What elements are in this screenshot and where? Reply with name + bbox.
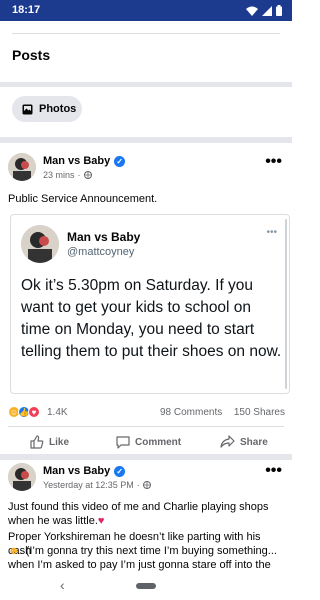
embedded-tweet[interactable]: Man vs Baby @mattcoyney ••• Ok it’s 5.30… — [10, 214, 290, 394]
post-card: Man vs Baby ✓ Yesterday at 12:35 PM · ••… — [0, 460, 292, 572]
status-icons — [246, 5, 282, 16]
page-content: Posts Photos Man vs Baby ✓ 23 mins · •••… — [0, 21, 292, 572]
signal-icon — [262, 5, 272, 16]
post-meta: 23 mins · — [43, 170, 92, 180]
photos-button[interactable]: Photos — [12, 96, 82, 122]
like-button[interactable]: Like — [30, 435, 69, 449]
divider — [12, 33, 280, 34]
share-button[interactable]: Share — [220, 435, 268, 449]
wifi-icon — [246, 6, 258, 16]
heart-emoji-icon: ♥ — [97, 515, 105, 527]
post-text-line: . (I’m gonna try this next time I’m buyi… — [19, 545, 277, 557]
tweet-scrollbar — [285, 219, 287, 389]
shares-count[interactable]: 150 Shares — [234, 407, 285, 418]
verified-badge-icon: ✓ — [114, 465, 126, 477]
globe-icon — [142, 481, 151, 489]
globe-icon — [83, 171, 92, 179]
divider — [8, 426, 284, 427]
comment-label: Comment — [135, 436, 182, 448]
post-text-line: Just found this video of me and Charlie … — [8, 501, 269, 527]
section-separator — [0, 82, 292, 87]
section-title: Posts — [12, 47, 51, 63]
status-time: 18:17 — [12, 4, 41, 16]
battery-icon — [276, 5, 282, 16]
tweet-handle: @mattcoyney — [67, 246, 135, 258]
post-text: Just found this video of me and Charlie … — [8, 500, 286, 528]
share-icon — [220, 435, 235, 448]
comment-icon — [116, 436, 130, 449]
post-stats: ☺ 👍 ♥ 1.4K 98 Comments 150 Shares — [0, 405, 292, 421]
tweet-body: Ok it’s 5.30pm on Saturday. If you want … — [21, 277, 282, 360]
author-name[interactable]: Man vs Baby — [43, 155, 110, 167]
reactions-count[interactable]: 1.4K — [47, 407, 68, 418]
more-options-icon[interactable]: ••• — [265, 153, 282, 171]
tweet-avatar — [21, 225, 59, 263]
author-name[interactable]: Man vs Baby — [43, 465, 110, 477]
comment-button[interactable]: Comment — [116, 435, 181, 449]
share-label: Share — [240, 436, 268, 448]
avatar[interactable] — [8, 463, 36, 491]
photos-label: Photos — [39, 103, 77, 115]
post-text: when I’m asked to pay I’m just gonna sta… — [8, 558, 286, 572]
post-author[interactable]: Man vs Baby ✓ — [43, 155, 126, 167]
photos-icon — [22, 104, 33, 114]
thumbs-up-icon — [30, 435, 44, 449]
like-label: Like — [49, 436, 70, 448]
status-bar: 18:17 — [0, 0, 292, 21]
post-meta: Yesterday at 12:35 PM · — [43, 480, 151, 490]
avatar[interactable] — [8, 153, 36, 181]
post-text: Public Service Announcement. — [8, 193, 158, 205]
love-reaction-icon: ♥ — [28, 406, 40, 418]
post-timestamp[interactable]: Yesterday at 12:35 PM — [43, 480, 134, 490]
post-card: Man vs Baby ✓ 23 mins · ••• Public Servi… — [0, 143, 292, 463]
comments-count[interactable]: 98 Comments — [160, 407, 222, 418]
verified-badge-icon: ✓ — [114, 155, 126, 167]
post-text: ☻. (I’m gonna try this next time I’m buy… — [8, 544, 286, 558]
tweet-more-icon: ••• — [266, 227, 277, 238]
post-timestamp[interactable]: 23 mins — [43, 170, 75, 180]
post-actions: Like Comment Share — [0, 435, 292, 453]
reaction-icons[interactable]: ☺ 👍 ♥ — [8, 406, 40, 418]
home-pill-icon[interactable] — [136, 583, 156, 589]
back-icon[interactable]: ‹ — [60, 577, 65, 593]
post-author[interactable]: Man vs Baby ✓ — [43, 465, 126, 477]
more-options-icon[interactable]: ••• — [265, 462, 282, 480]
navigation-bar: ‹ — [0, 572, 292, 600]
laughing-emoji-icon: ☻ — [8, 545, 20, 557]
post-text-line: when I’m asked to pay I’m just gonna sta… — [8, 559, 271, 571]
tweet-author-name: Man vs Baby — [67, 230, 141, 244]
